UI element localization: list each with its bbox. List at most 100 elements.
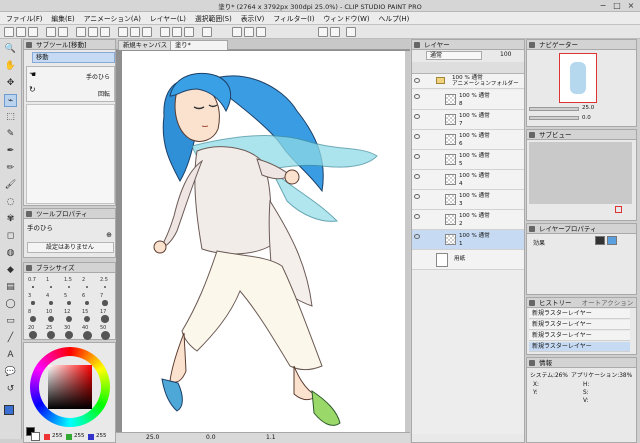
new-file-icon[interactable]: [4, 27, 14, 37]
subtool-item-rotate[interactable]: 回転: [98, 89, 110, 98]
effect-color-icon[interactable]: [595, 236, 605, 245]
brush-size-dot[interactable]: [67, 285, 71, 289]
pencil-icon[interactable]: ✏: [4, 162, 17, 175]
brush-size-dot[interactable]: [82, 330, 92, 340]
brush-size-dot[interactable]: [32, 286, 34, 288]
eye-icon[interactable]: [414, 194, 420, 199]
transform-icon[interactable]: [118, 27, 128, 37]
brush-size-dot[interactable]: [29, 331, 37, 339]
subtool-item-hand[interactable]: 手のひら: [86, 72, 110, 81]
rotation-reset-icon[interactable]: [202, 27, 212, 37]
pen-icon[interactable]: ✒: [4, 145, 17, 158]
menu-window[interactable]: ウィンドウ(W): [323, 13, 369, 23]
zoom-icon[interactable]: ⊕: [106, 231, 112, 239]
history-item[interactable]: 新規ラスターレイヤー: [529, 342, 630, 352]
menu-filter[interactable]: フィルター(I): [273, 13, 314, 23]
balloon-icon[interactable]: 💬: [4, 366, 17, 379]
menu-edit[interactable]: 編集(E): [51, 13, 74, 23]
eye-icon[interactable]: [414, 78, 420, 83]
snap-ruler-icon[interactable]: [160, 27, 170, 37]
navigator-angle[interactable]: 0.0: [582, 115, 591, 121]
layer-color-icon[interactable]: [607, 236, 617, 245]
brush-size-dot[interactable]: [65, 315, 73, 323]
canvas[interactable]: [122, 51, 405, 432]
tab-new-canvas[interactable]: 新規キャンバス: [118, 40, 173, 50]
invert-selection-icon[interactable]: [142, 27, 152, 37]
deselect-icon[interactable]: [130, 27, 140, 37]
layer-row[interactable]: 100 % 通常 5: [412, 150, 524, 170]
airbrush-icon[interactable]: ◌: [4, 196, 17, 209]
tab-auto-action[interactable]: オートアクション: [582, 299, 634, 307]
redo-icon[interactable]: [58, 27, 68, 37]
clear-outside-icon[interactable]: [88, 27, 98, 37]
figure-icon[interactable]: ◯: [4, 298, 17, 311]
brush-icon[interactable]: 🖌: [4, 179, 17, 192]
main-color-chip[interactable]: [4, 405, 14, 415]
hand-icon[interactable]: ✋: [4, 60, 17, 73]
decoration-icon[interactable]: ✾: [4, 213, 17, 226]
brush-size-dot[interactable]: [85, 285, 89, 289]
maximize-button[interactable]: □: [610, 1, 624, 11]
brush-size-dot[interactable]: [30, 316, 36, 322]
menu-animation[interactable]: アニメーション(A): [84, 13, 141, 23]
move-icon[interactable]: ✥: [4, 77, 17, 90]
eye-icon[interactable]: [414, 174, 420, 179]
minimize-button[interactable]: −: [596, 1, 610, 11]
zoom-icon[interactable]: 🔍: [4, 43, 17, 56]
brush-size-dot[interactable]: [47, 315, 54, 322]
eye-icon[interactable]: [414, 214, 420, 219]
selection-icon[interactable]: ⬚: [4, 111, 17, 124]
draw-mode-icon[interactable]: [346, 27, 356, 37]
menu-selection[interactable]: 選択範囲(S): [195, 13, 232, 23]
layer-row[interactable]: 100 % 通常 2: [412, 210, 524, 230]
history-item[interactable]: 新規ラスターレイヤー: [529, 309, 630, 319]
navigator-zoom[interactable]: 25.0: [582, 105, 594, 111]
zoom-slider[interactable]: [529, 107, 579, 111]
layer-row[interactable]: 100 % 通常 4: [412, 170, 524, 190]
canvas-vertical-scrollbar[interactable]: [405, 51, 410, 432]
eye-icon[interactable]: [414, 114, 420, 119]
gradient-icon[interactable]: ▤: [4, 281, 17, 294]
status-zoom-value[interactable]: 25.0: [146, 433, 159, 443]
layer-row[interactable]: 100 % 通常 7: [412, 110, 524, 130]
layer-row[interactable]: 100 % 通常 3: [412, 190, 524, 210]
eye-icon[interactable]: [414, 94, 420, 99]
open-file-icon[interactable]: [16, 27, 26, 37]
eye-icon[interactable]: [414, 234, 420, 239]
fill-icon[interactable]: [100, 27, 110, 37]
eye-icon[interactable]: [414, 134, 420, 139]
correction-icon[interactable]: ↺: [4, 383, 17, 396]
settings-icon[interactable]: [330, 27, 340, 37]
frame-icon[interactable]: ▭: [4, 315, 17, 328]
brush-size-dot[interactable]: [64, 330, 74, 340]
opacity-value[interactable]: 100: [500, 51, 511, 58]
brush-size-dot[interactable]: [49, 301, 53, 305]
rotate-slider[interactable]: [529, 116, 579, 120]
eyedropper-icon[interactable]: ✎: [4, 128, 17, 141]
ruler-icon[interactable]: ╱: [4, 332, 17, 345]
eraser-icon[interactable]: ◻: [4, 230, 17, 243]
clear-icon[interactable]: [76, 27, 86, 37]
brush-size-dot[interactable]: [83, 315, 91, 323]
no-settings-button[interactable]: 設定はありません: [27, 242, 114, 253]
brush-size-dot[interactable]: [50, 286, 52, 288]
snap-icon-3[interactable]: [256, 27, 266, 37]
brush-size-dot[interactable]: [46, 330, 56, 340]
close-button[interactable]: ×: [624, 1, 638, 11]
layer-row[interactable]: 100 % 通常 8: [412, 90, 524, 110]
eye-icon[interactable]: [414, 154, 420, 159]
color-wheel[interactable]: [30, 347, 110, 427]
brush-size-dot[interactable]: [103, 285, 107, 289]
subview-color-icon[interactable]: [615, 206, 622, 213]
menu-help[interactable]: ヘルプ(H): [378, 13, 409, 23]
snap-grid-icon[interactable]: [184, 27, 194, 37]
undo-icon[interactable]: [46, 27, 56, 37]
brush-size-dot[interactable]: [102, 300, 108, 306]
history-item[interactable]: 新規ラスターレイヤー: [529, 320, 630, 330]
tab-history[interactable]: ヒストリー: [539, 299, 572, 307]
tab-paint[interactable]: 塗り*: [170, 40, 228, 50]
navigator-preview[interactable]: [559, 53, 597, 103]
menu-view[interactable]: 表示(V): [241, 13, 265, 23]
menu-file[interactable]: ファイル(F): [6, 13, 42, 23]
brush-size-dot[interactable]: [101, 315, 109, 323]
